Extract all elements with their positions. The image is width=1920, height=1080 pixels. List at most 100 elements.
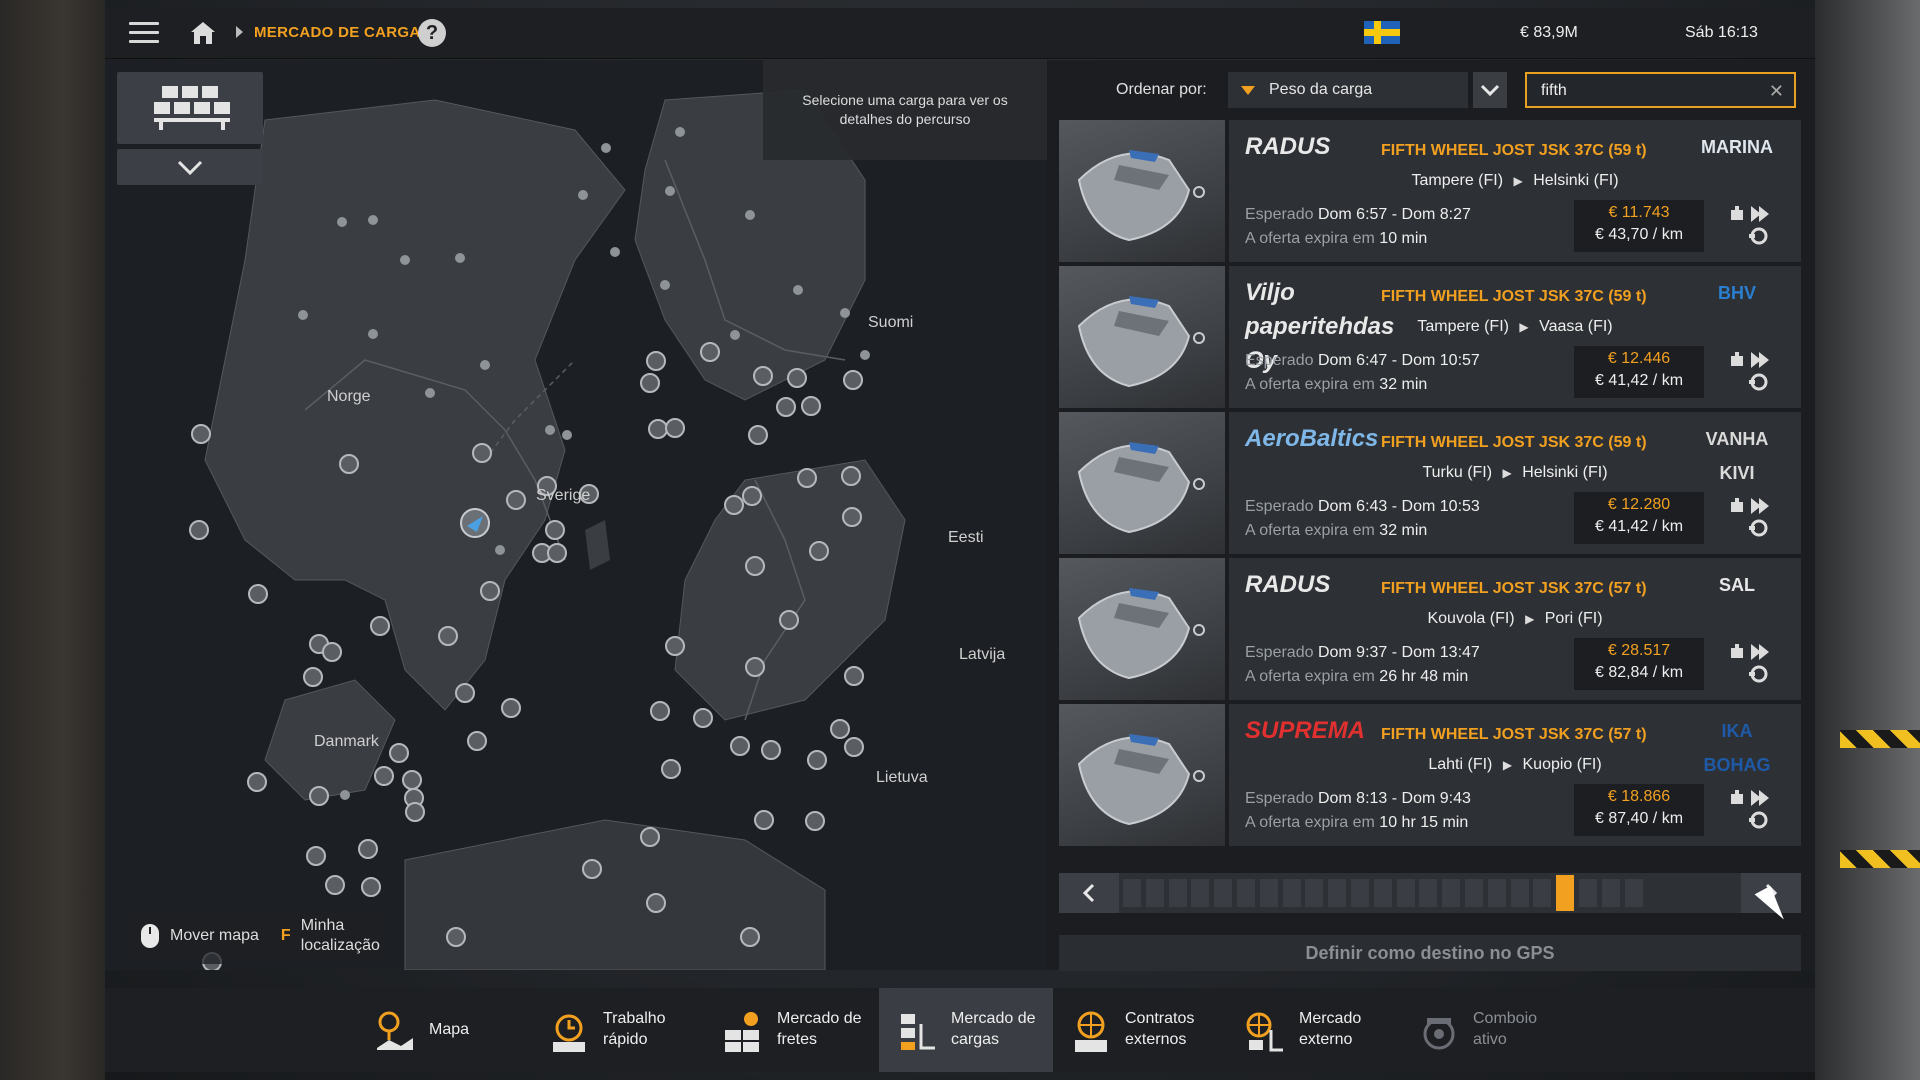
receiver-company-logo: VANHA KIVI xyxy=(1705,429,1769,483)
map-view[interactable]: Norge Sverige Suomi Eesti Latvija Lietuv… xyxy=(105,60,1047,970)
origin-city: Turku (FI) xyxy=(1422,464,1493,481)
page-indicator[interactable] xyxy=(1214,879,1233,907)
page-indicator[interactable] xyxy=(1487,879,1506,907)
sender-company-logo: AeroBaltics xyxy=(1245,425,1379,452)
page-indicator[interactable] xyxy=(1259,879,1278,907)
offer-expiry: A oferta expira em 32 min xyxy=(1245,522,1428,539)
nav-label: Trabalho rápido xyxy=(603,1010,666,1048)
page-indicator[interactable] xyxy=(1624,879,1643,907)
cargo-offer-row[interactable]: RADUS FIFTH WHEEL JOST JSK 37C (57 t) SA… xyxy=(1059,558,1801,700)
mouse-icon xyxy=(141,924,159,948)
my-location-label: Minha localização xyxy=(300,917,380,954)
page-indicator[interactable] xyxy=(1510,879,1529,907)
globe-cargo-icon xyxy=(1246,1012,1283,1052)
search-input[interactable] xyxy=(1539,80,1763,102)
sort-dropdown-button[interactable] xyxy=(1473,72,1507,108)
destination-city: Pori (FI) xyxy=(1544,610,1603,627)
route-arrow-icon: ▶ xyxy=(1513,174,1523,188)
page-indicator[interactable] xyxy=(1123,879,1141,907)
offer-icons xyxy=(1729,788,1779,838)
page-indicator[interactable] xyxy=(1579,879,1597,907)
page-indicator[interactable] xyxy=(1419,879,1438,907)
cargo-offer-row[interactable]: AeroBaltics FIFTH WHEEL JOST JSK 37C (59… xyxy=(1059,412,1801,554)
fifth-wheel-icon xyxy=(1077,588,1205,680)
cargo-offer-row[interactable]: RADUS FIFTH WHEEL JOST JSK 37C (59 t) MA… xyxy=(1059,120,1801,262)
price-box: € 28.517 € 82,84 / km xyxy=(1574,638,1704,690)
page-indicator[interactable] xyxy=(1373,879,1392,907)
origin-city: Tampere (FI) xyxy=(1417,318,1509,335)
trailer-type-icon xyxy=(1749,227,1768,245)
urgent-delivery-icon xyxy=(1751,790,1769,806)
origin-city: Tampere (FI) xyxy=(1411,172,1504,189)
move-map-label: Mover mapa xyxy=(170,927,259,944)
map-view-expand-button[interactable] xyxy=(117,149,263,185)
urgent-delivery-icon xyxy=(1751,206,1769,222)
page-indicator[interactable] xyxy=(1237,879,1255,907)
nav-external-contracts[interactable]: Contratos externos xyxy=(1053,988,1227,1072)
nav-label: Comboio ativo xyxy=(1473,1010,1538,1048)
help-icon[interactable]: ? xyxy=(418,19,446,47)
previous-page-button[interactable] xyxy=(1059,873,1119,913)
map-label-lietuva: Lietuva xyxy=(876,769,928,786)
nav-cargo-market[interactable]: Mercado de cargas xyxy=(879,988,1053,1072)
nav-freight-market[interactable]: Mercado de fretes xyxy=(705,988,879,1072)
offer-icons xyxy=(1729,642,1779,692)
page-indicator[interactable] xyxy=(1145,879,1164,907)
nav-label: Mercado externo xyxy=(1299,1010,1362,1048)
offer-expiry: A oferta expira em 10 hr 15 min xyxy=(1245,814,1469,831)
page-indicator[interactable] xyxy=(1168,879,1187,907)
page-indicator[interactable] xyxy=(1465,879,1483,907)
nav-external-market[interactable]: Mercado externo xyxy=(1227,988,1401,1072)
price-box: € 12.280 € 41,42 / km xyxy=(1574,492,1704,544)
nav-active-convoy[interactable]: Comboio ativo xyxy=(1401,988,1575,1072)
cargo-thumbnail xyxy=(1059,120,1225,262)
page-indicator[interactable] xyxy=(1556,875,1575,911)
destination-city: Vaasa (FI) xyxy=(1539,318,1613,335)
breadcrumb: MERCADO DE CARGAS xyxy=(254,24,431,41)
origin-city: Lahti (FI) xyxy=(1428,756,1493,773)
cargo-weight-icon xyxy=(1731,790,1743,804)
cargo-thumbnail xyxy=(1059,266,1225,408)
nav-quick-job[interactable]: Trabalho rápido xyxy=(531,988,705,1072)
bottom-navigation: Mapa Trabalho rápido Mercado de fretes Mer… xyxy=(105,988,1815,1072)
chevron-down-icon xyxy=(177,160,203,176)
nav-label: Mercado de cargas xyxy=(951,1010,1036,1048)
cargo-weight-icon xyxy=(1731,352,1743,366)
fifth-wheel-icon xyxy=(1077,442,1205,534)
set-gps-destination-button[interactable]: Definir como destino no GPS xyxy=(1059,935,1801,971)
page-indicator[interactable] xyxy=(1533,879,1552,907)
trailer-type-icon xyxy=(1749,373,1768,391)
route: Turku (FI) ▶ Helsinki (FI) xyxy=(1229,464,1801,482)
nav-map[interactable]: Mapa xyxy=(357,988,531,1072)
page-indicator[interactable] xyxy=(1442,879,1461,907)
map-icon xyxy=(377,1011,413,1050)
page-indicator[interactable] xyxy=(1328,879,1347,907)
home-icon[interactable] xyxy=(189,20,217,46)
page-indicator[interactable] xyxy=(1351,879,1369,907)
country-flag-icon xyxy=(1364,21,1400,44)
map-label-danmark: Danmark xyxy=(314,733,379,750)
destination-city: Helsinki (FI) xyxy=(1533,172,1619,189)
map-view-toggle-button[interactable] xyxy=(117,72,263,144)
page-indicator[interactable] xyxy=(1305,879,1324,907)
page-indicator[interactable] xyxy=(1282,879,1301,907)
cargo-name: FIFTH WHEEL JOST JSK 37C (59 t) xyxy=(1381,142,1647,159)
cargo-offer-row[interactable]: SUPREMA FIFTH WHEEL JOST JSK 37C (57 t) … xyxy=(1059,704,1801,846)
map-label-norge: Norge xyxy=(327,388,371,405)
route: Tampere (FI) ▶ Vaasa (FI) xyxy=(1229,318,1801,336)
cargo-weight-icon xyxy=(1731,644,1743,658)
convoy-icon xyxy=(1423,1018,1455,1050)
page-indicator[interactable] xyxy=(1191,879,1210,907)
hamburger-menu-icon[interactable] xyxy=(129,22,159,44)
page-indicator[interactable] xyxy=(1601,879,1620,907)
cargo-name: FIFTH WHEEL JOST JSK 37C (59 t) xyxy=(1381,434,1647,451)
fifth-wheel-icon xyxy=(1077,296,1205,388)
clear-search-icon[interactable]: ✕ xyxy=(1769,81,1784,102)
cargo-offer-row[interactable]: Viljo paperitehdas Oy FIFTH WHEEL JOST J… xyxy=(1059,266,1801,408)
page-indicator[interactable] xyxy=(1396,879,1415,907)
expected-window: Esperado Dom 6:43 - Dom 10:53 xyxy=(1245,498,1480,515)
receiver-company-logo: BHV xyxy=(1717,283,1756,303)
sort-select[interactable]: Peso da carga xyxy=(1228,72,1468,108)
search-field[interactable]: ✕ xyxy=(1525,72,1796,108)
cargo-offer-details: SUPREMA FIFTH WHEEL JOST JSK 37C (57 t) … xyxy=(1229,704,1801,846)
